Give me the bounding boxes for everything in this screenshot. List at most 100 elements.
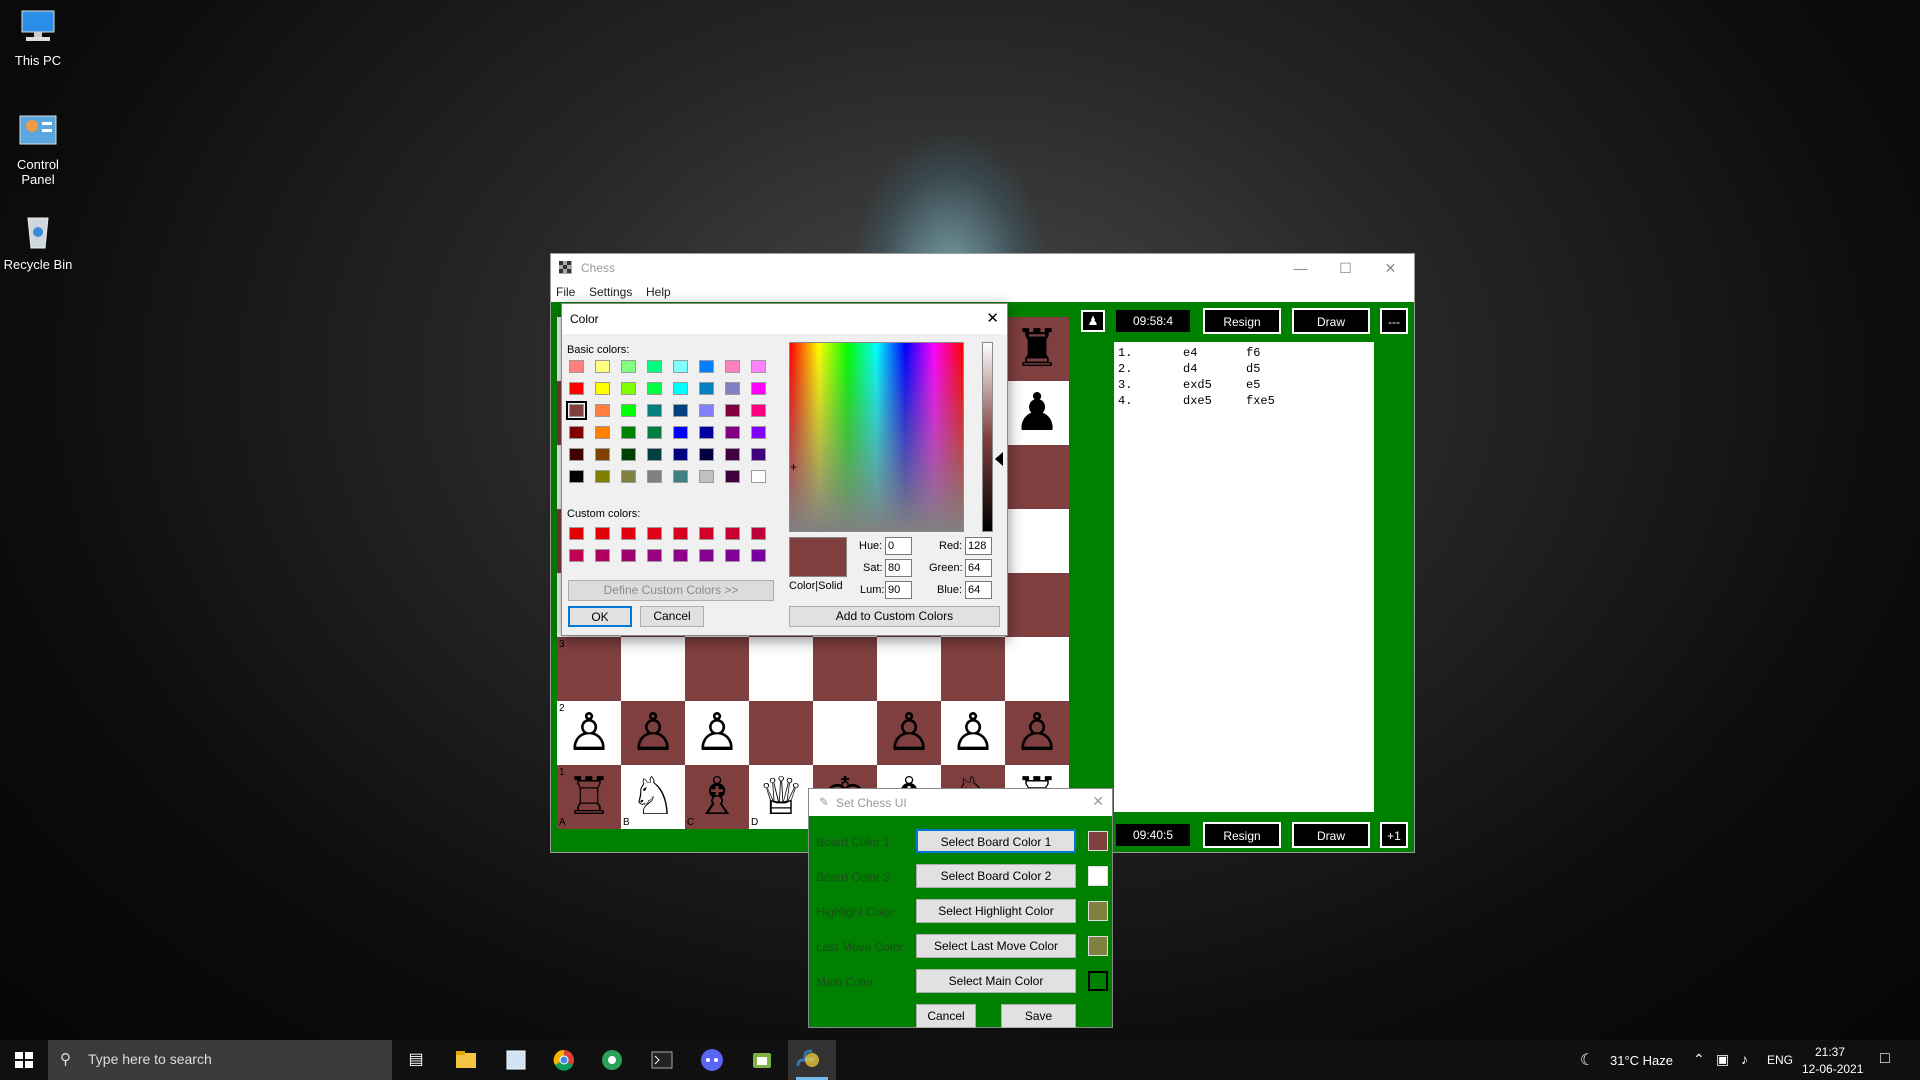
board-square[interactable]: ♖ [557,765,621,829]
custom-color-swatch[interactable] [595,527,610,540]
custom-color-swatch[interactable] [673,549,688,562]
menu-settings[interactable]: Settings [589,285,632,299]
basic-color-swatch[interactable] [725,382,740,395]
basic-color-swatch[interactable] [621,448,636,461]
desktop-icon-this-pc[interactable]: This PC [0,8,76,68]
select-highlight-color-button[interactable]: Select Highlight Color [916,899,1076,923]
board-square[interactable] [1005,509,1069,573]
board-square[interactable]: ♙ [877,701,941,765]
top-draw-button[interactable]: Draw [1292,308,1370,334]
basic-color-swatch[interactable] [725,404,740,417]
chess-title-bar[interactable]: Chess — ☐ ✕ [551,254,1414,282]
task-view-icon[interactable]: ▤ [392,1040,440,1080]
close-icon[interactable]: ✕ [986,309,999,327]
basic-color-swatch[interactable] [647,404,662,417]
basic-color-swatch[interactable] [751,382,766,395]
bottom-extra-button[interactable]: +1 [1380,822,1408,848]
network-icon[interactable]: ▣ [1716,1051,1729,1068]
basic-color-swatch[interactable] [699,448,714,461]
basic-color-swatch[interactable] [569,426,584,439]
app-green-circle-icon[interactable] [588,1040,636,1080]
basic-color-swatch[interactable] [569,448,584,461]
basic-color-swatch[interactable] [699,404,714,417]
board-square[interactable] [877,637,941,701]
top-resign-button[interactable]: Resign [1203,308,1281,334]
close-icon[interactable]: ✕ [1092,793,1104,810]
basic-color-swatch[interactable] [751,404,766,417]
select-main-color-button[interactable]: Select Main Color [916,969,1076,993]
clock-date[interactable]: 12-06-2021 [1802,1062,1863,1076]
basic-color-swatch[interactable] [569,470,584,483]
weather-icon[interactable]: ☾ [1580,1050,1594,1070]
set-ui-cancel-button[interactable]: Cancel [916,1004,976,1028]
basic-color-swatch[interactable] [699,470,714,483]
custom-color-swatch[interactable] [699,527,714,540]
board-square[interactable] [1005,573,1069,637]
color-dialog-title-bar[interactable]: Color ✕ [562,304,1007,334]
show-hidden-icons-icon[interactable]: ⌃ [1693,1051,1705,1068]
discord-icon[interactable] [688,1040,736,1080]
chess-piece[interactable]: ♙ [621,701,685,765]
sat-field[interactable]: 80 [885,559,912,577]
basic-color-swatch[interactable] [647,382,662,395]
basic-color-swatch[interactable] [621,382,636,395]
menu-help[interactable]: Help [646,285,671,299]
custom-color-swatch[interactable] [699,549,714,562]
menu-file[interactable]: File [556,285,575,299]
weather-text[interactable]: 31°C Haze [1610,1053,1673,1068]
android-icon[interactable] [738,1040,786,1080]
select-board-color-2-button[interactable]: Select Board Color 2 [916,864,1076,888]
board-square[interactable]: ♕ [749,765,813,829]
basic-color-swatch[interactable] [621,404,636,417]
basic-color-swatch[interactable] [569,360,584,373]
chess-piece[interactable]: ♙ [877,701,941,765]
basic-color-swatch[interactable] [673,470,688,483]
basic-color-swatch[interactable] [595,404,610,417]
custom-color-swatch[interactable] [621,549,636,562]
basic-color-swatch[interactable] [725,426,740,439]
basic-color-swatch[interactable] [673,404,688,417]
windows-start-icon[interactable] [0,1040,48,1080]
custom-color-swatch[interactable] [751,527,766,540]
board-square[interactable]: ♙ [557,701,621,765]
basic-color-swatch[interactable] [699,382,714,395]
basic-color-swatch[interactable] [699,360,714,373]
desktop-icon-control-panel[interactable]: Control Panel [0,112,76,187]
set-ui-save-button[interactable]: Save [1001,1004,1076,1028]
select-board-color-1-button[interactable]: Select Board Color 1 [916,829,1076,853]
board-square[interactable] [557,637,621,701]
basic-color-swatch[interactable] [566,401,587,420]
board-square[interactable] [813,637,877,701]
clock-time[interactable]: 21:37 [1815,1045,1845,1059]
board-square[interactable]: ♟ [1005,381,1069,445]
basic-color-swatch[interactable] [621,470,636,483]
close-button[interactable]: ✕ [1368,254,1413,282]
board-square[interactable]: ♜ [1005,317,1069,381]
custom-color-swatch[interactable] [725,527,740,540]
board-square[interactable] [749,637,813,701]
board-square[interactable] [1005,445,1069,509]
minimize-button[interactable]: — [1278,254,1323,282]
board-square[interactable]: ♘ [621,765,685,829]
custom-color-swatch[interactable] [621,527,636,540]
basic-color-swatch[interactable] [725,448,740,461]
custom-color-swatch[interactable] [647,527,662,540]
chrome-icon[interactable] [540,1040,588,1080]
custom-color-swatch[interactable] [647,549,662,562]
basic-color-swatch[interactable] [647,470,662,483]
chess-piece[interactable]: ♟ [1005,381,1069,445]
basic-color-swatch[interactable] [725,470,740,483]
basic-color-swatch[interactable] [751,448,766,461]
chess-piece[interactable]: ♗ [685,765,749,829]
chess-piece[interactable]: ♙ [685,701,749,765]
board-square[interactable] [685,637,749,701]
chess-piece[interactable]: ♖ [557,765,621,829]
notifications-icon[interactable]: □ [1880,1050,1890,1068]
board-square[interactable] [941,637,1005,701]
terminal-icon[interactable] [638,1040,686,1080]
basic-color-swatch[interactable] [673,382,688,395]
basic-color-swatch[interactable] [569,382,584,395]
custom-color-swatch[interactable] [673,527,688,540]
red-field[interactable]: 128 [965,537,992,555]
hue-field[interactable]: 0 [885,537,912,555]
